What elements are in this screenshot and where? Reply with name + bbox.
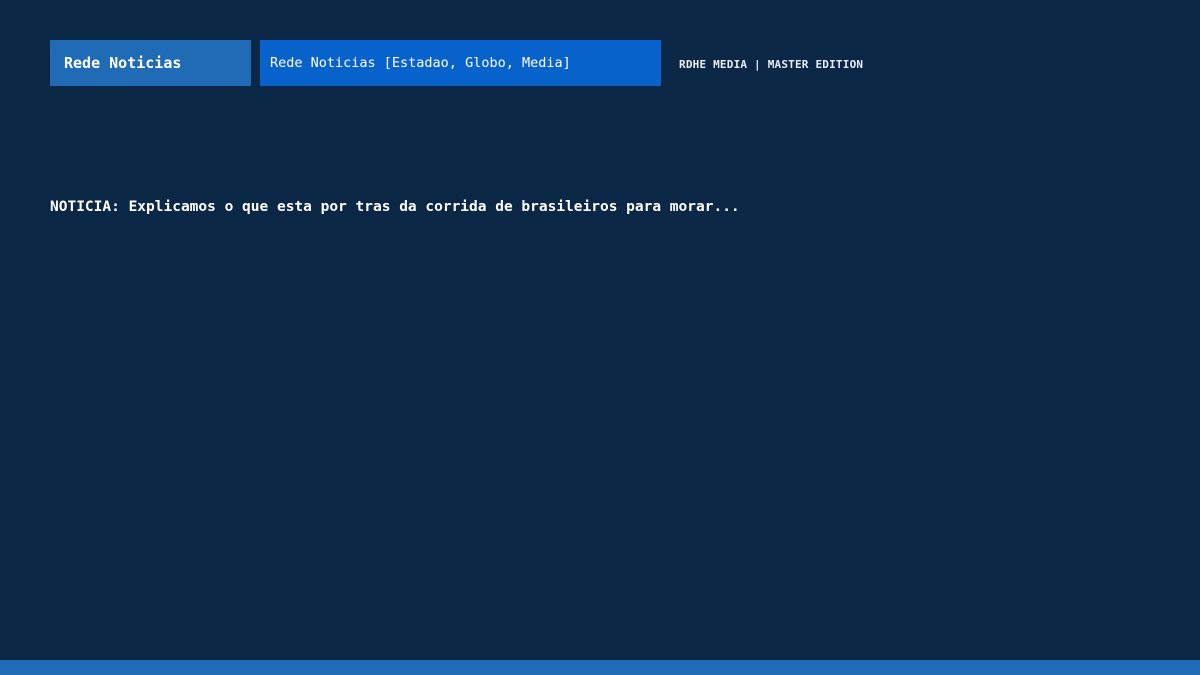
bottom-bar: [0, 660, 1200, 675]
source-field[interactable]: Rede Noticias [Estadao, Globo, Media]: [260, 40, 661, 86]
news-headline: NOTICIA: Explicamos o que esta por tras …: [50, 199, 740, 215]
channel-button[interactable]: Rede Noticias: [50, 40, 251, 86]
edition-label: RDHE MEDIA | MASTER EDITION: [679, 58, 864, 71]
